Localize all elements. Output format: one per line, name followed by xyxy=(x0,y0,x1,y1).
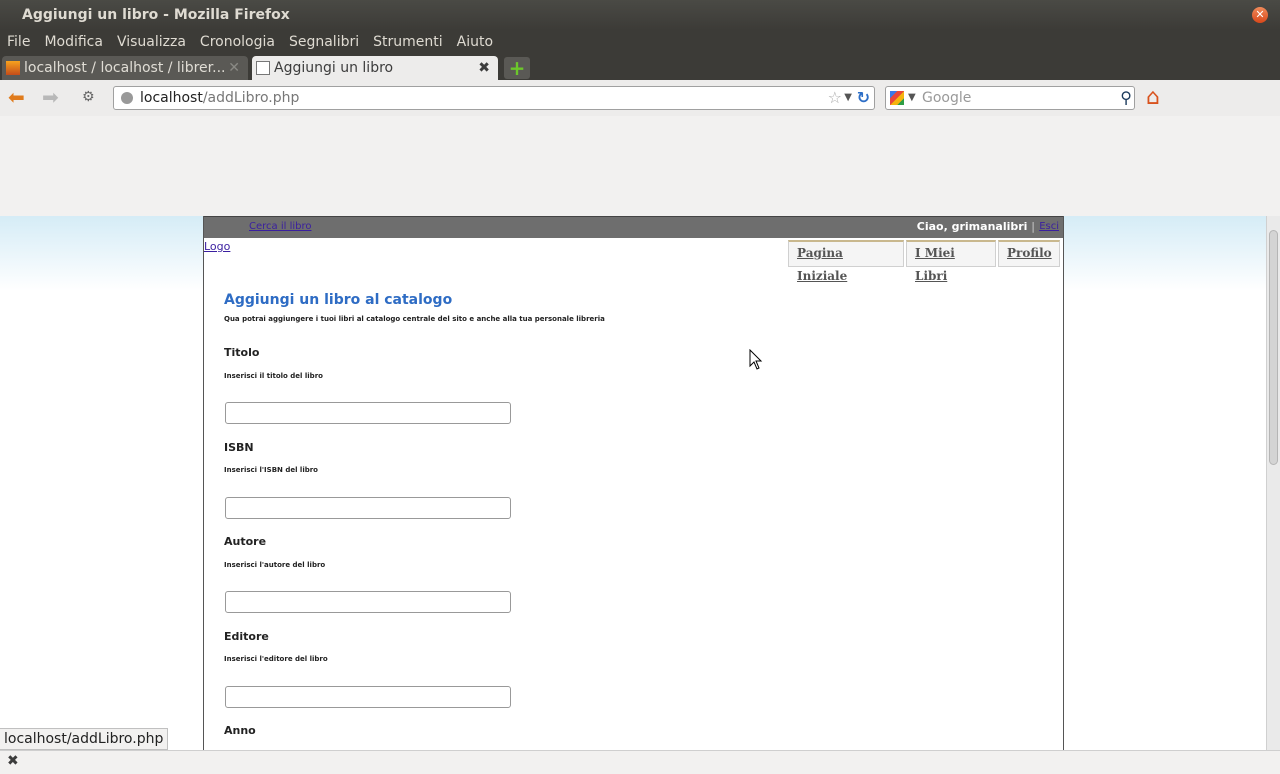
title-input[interactable] xyxy=(225,402,511,424)
google-engine-icon[interactable] xyxy=(890,91,904,105)
tab-aggiungi-libro[interactable]: Aggiungi un libro ✖ xyxy=(252,56,498,80)
reload-icon[interactable]: ↻ xyxy=(857,87,870,109)
site-identity-icon[interactable] xyxy=(121,92,133,104)
home-icon[interactable]: ⌂ xyxy=(1146,85,1160,110)
user-greeting: Ciao, grimanalibri | xyxy=(917,220,1035,233)
mouse-cursor-icon xyxy=(749,349,763,370)
logo-link[interactable]: Logo xyxy=(204,240,230,253)
publisher-label: Editore xyxy=(224,630,269,643)
toolbar-area xyxy=(0,116,1280,295)
page-viewport: Cerca il libro Ciao, grimanalibri | Esci… xyxy=(0,216,1266,750)
menu-cronologia[interactable]: Cronologia xyxy=(193,30,282,54)
menubar: File Modifica Visualizza Cronologia Segn… xyxy=(0,30,1280,54)
back-arrow-icon[interactable]: ⬅ xyxy=(8,86,25,108)
publisher-hint: Inserisci l'editore del libro xyxy=(224,655,328,663)
tab-phpmyadmin[interactable]: localhost / localhost / librer... ✕ xyxy=(2,56,248,80)
forward-arrow-icon[interactable]: ➡ xyxy=(42,86,59,108)
menu-file[interactable]: File xyxy=(0,30,37,54)
phpmyadmin-favicon-icon xyxy=(6,61,20,75)
tab-label: Aggiungi un libro xyxy=(274,60,394,76)
addon-bar: ✖ xyxy=(0,750,1280,774)
greeting-separator: | xyxy=(1031,220,1035,233)
publisher-input[interactable] xyxy=(225,686,511,708)
url-host: localhost xyxy=(140,90,203,106)
author-label: Autore xyxy=(224,535,267,548)
search-icon[interactable]: ⚲ xyxy=(1120,87,1132,109)
tab-label: localhost / localhost / librer... xyxy=(24,60,226,76)
nav-tab-profile[interactable]: Profilo xyxy=(998,240,1060,267)
url-bar[interactable]: localhost/addLibro.php ☆ ▼ ↻ xyxy=(113,86,875,110)
tab-close-icon[interactable]: ✖ xyxy=(478,56,490,80)
nav-tab-home[interactable]: Pagina Iniziale xyxy=(788,240,904,283)
window-close-icon[interactable]: ✕ xyxy=(1252,7,1268,23)
page-subtitle: Qua potrai aggiungere i tuoi libri al ca… xyxy=(224,315,605,323)
page-title: Aggiungi un libro al catalogo xyxy=(224,292,453,308)
menu-segnalibri[interactable]: Segnalibri xyxy=(282,30,366,54)
title-label: Titolo xyxy=(224,346,260,359)
search-bar[interactable]: ▼ Google ⚲ xyxy=(885,86,1135,110)
window-title: Aggiungi un libro - Mozilla Firefox xyxy=(22,7,290,23)
nav-tab-my-books[interactable]: I Miei Libri xyxy=(906,240,996,283)
status-link-url: localhost/addLibro.php xyxy=(0,728,169,750)
search-book-link[interactable]: Cerca il libro xyxy=(249,221,311,232)
window-titlebar: Aggiungi un libro - Mozilla Firefox ✕ xyxy=(0,0,1280,30)
url-path: /addLibro.php xyxy=(202,90,300,106)
isbn-hint: Inserisci l'ISBN del libro xyxy=(224,466,318,474)
menu-modifica[interactable]: Modifica xyxy=(37,30,110,54)
navigation-toolbar: ⬅ ➡ ⚙ localhost/addLibro.php ☆ ▼ ↻ ▼ Goo… xyxy=(0,80,1280,116)
vertical-scrollbar[interactable] xyxy=(1266,216,1280,750)
menu-visualizza[interactable]: Visualizza xyxy=(110,30,193,54)
search-placeholder: Google xyxy=(922,90,972,106)
isbn-input[interactable] xyxy=(225,497,511,519)
year-label: Anno xyxy=(224,724,256,737)
addon-bar-close-icon[interactable]: ✖ xyxy=(7,753,19,769)
author-input[interactable] xyxy=(225,591,511,613)
greeting-text: Ciao, grimanalibri xyxy=(916,220,1028,233)
url-dropdown-icon[interactable]: ▼ xyxy=(844,87,852,109)
search-engine-dropdown-icon[interactable]: ▼ xyxy=(908,87,916,109)
tab-close-icon[interactable]: ✕ xyxy=(228,56,240,80)
scrollbar-thumb[interactable] xyxy=(1269,230,1278,465)
isbn-label: ISBN xyxy=(224,441,254,454)
tab-bar: localhost / localhost / librer... ✕ Aggi… xyxy=(0,54,1280,80)
bookmark-star-icon[interactable]: ☆ xyxy=(828,87,842,109)
menu-aiuto[interactable]: Aiuto xyxy=(450,30,500,54)
menu-strumenti[interactable]: Strumenti xyxy=(366,30,450,54)
author-hint: Inserisci l'autore del libro xyxy=(224,561,326,569)
title-hint: Inserisci il titolo del libro xyxy=(224,372,323,380)
blank-page-favicon-icon xyxy=(256,61,270,75)
history-dropdown-icon[interactable]: ⚙ xyxy=(82,86,95,108)
page-container: Cerca il libro Ciao, grimanalibri | Esci… xyxy=(203,216,1064,750)
new-tab-plus-icon[interactable]: + xyxy=(504,57,530,79)
logout-link[interactable]: Esci xyxy=(1039,221,1059,232)
site-topbar: Cerca il libro Ciao, grimanalibri | Esci xyxy=(204,216,1063,238)
